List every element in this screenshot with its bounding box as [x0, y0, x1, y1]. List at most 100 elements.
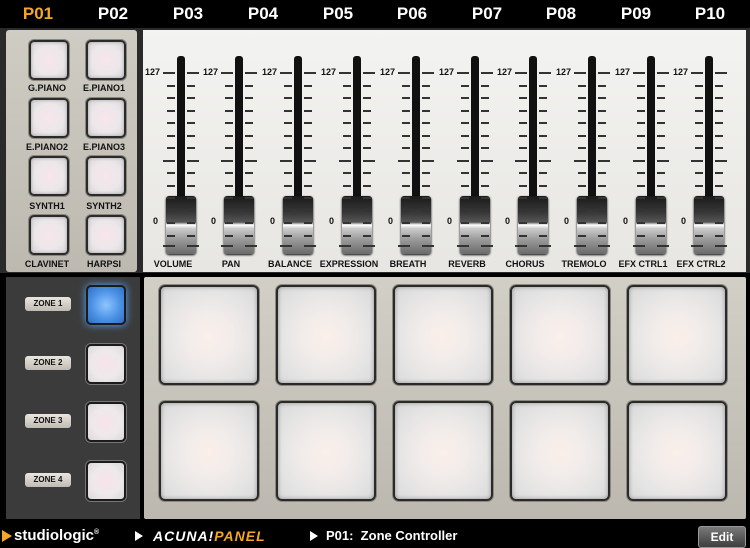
- program-button-e-piano1[interactable]: [86, 40, 126, 80]
- program-button-clavinet[interactable]: [29, 215, 69, 255]
- fader-scale-tick: [633, 72, 645, 74]
- fader-scale-tick: [187, 122, 195, 124]
- fader-scale-tick: [519, 110, 527, 112]
- zone-2-button[interactable]: [86, 344, 126, 384]
- fader-scale-tick: [519, 122, 527, 124]
- fader-scale-tick: [598, 245, 610, 247]
- fader-scale-tick: [221, 245, 233, 247]
- fader-scale-tick: [221, 160, 233, 162]
- tab-p02[interactable]: P02: [83, 0, 143, 28]
- zone-3-button[interactable]: [86, 402, 126, 442]
- fader-scale-tick: [481, 122, 489, 124]
- tab-p09[interactable]: P09: [606, 0, 666, 28]
- fader-scale-tick: [539, 222, 547, 224]
- fader-scale-tick: [363, 147, 371, 149]
- fader-scale-tick: [398, 245, 410, 247]
- fader-scale-tick: [187, 172, 195, 174]
- fader-scale-tick: [284, 135, 292, 137]
- breadcrumb: P01: Zone Controller: [326, 528, 458, 543]
- pad-2[interactable]: [276, 285, 376, 385]
- fader-scale-tick: [481, 97, 489, 99]
- fader-scale-tick: [578, 235, 586, 237]
- tab-p03[interactable]: P03: [158, 0, 218, 28]
- fader-scale-tick: [539, 122, 547, 124]
- fader-scale-tick: [245, 85, 253, 87]
- program-button-e-piano2[interactable]: [29, 98, 69, 138]
- fader-scale-tick: [539, 135, 547, 137]
- tab-p04[interactable]: P04: [233, 0, 293, 28]
- fader-scale-tick: [481, 160, 493, 162]
- fader-scale-tick: [539, 185, 547, 187]
- fader-scale-tick: [363, 185, 371, 187]
- pad-1[interactable]: [159, 285, 259, 385]
- program-button-synth1[interactable]: [29, 156, 69, 196]
- edit-button[interactable]: Edit: [698, 526, 746, 548]
- fader-scale-tick: [167, 110, 175, 112]
- program-button-synth2[interactable]: [86, 156, 126, 196]
- fader-scale-tick: [578, 147, 586, 149]
- fader-scale-tick: [461, 147, 469, 149]
- pad-8[interactable]: [393, 401, 493, 501]
- fader-scale-tick: [519, 210, 527, 212]
- fader-scale-tick: [715, 245, 727, 247]
- program-button-e-piano3[interactable]: [86, 98, 126, 138]
- pad-9[interactable]: [510, 401, 610, 501]
- fader-scale-tick: [598, 222, 606, 224]
- fader-scale-tick: [657, 147, 665, 149]
- fader-scale-tick: [715, 172, 723, 174]
- pad-5[interactable]: [627, 285, 727, 385]
- fader-max-label: 127: [439, 67, 455, 77]
- fader-scale-tick: [187, 147, 195, 149]
- pad-3[interactable]: [393, 285, 493, 385]
- fader-scale-tick: [598, 235, 606, 237]
- fader-scale-tick: [284, 172, 292, 174]
- tab-p07[interactable]: P07: [457, 0, 517, 28]
- fader-scale-tick: [402, 197, 410, 199]
- fader-scale-tick: [598, 122, 606, 124]
- fader-scale-tick: [515, 245, 527, 247]
- fader-scale-tick: [461, 85, 469, 87]
- fader-label: EFX CTRL2: [676, 259, 726, 269]
- fader-scale-tick: [402, 97, 410, 99]
- program-button-g-piano[interactable]: [29, 40, 69, 80]
- fader-scale-tick: [225, 235, 233, 237]
- tab-p05[interactable]: P05: [308, 0, 368, 28]
- fader-scale-tick: [245, 135, 253, 137]
- tab-p01[interactable]: P01: [8, 0, 68, 28]
- program-button-harpsi[interactable]: [86, 215, 126, 255]
- fader-scale-tick: [402, 147, 410, 149]
- fader-min-label: 0: [329, 216, 335, 226]
- fader-scale-tick: [481, 147, 489, 149]
- zone-4-button[interactable]: [86, 461, 126, 501]
- pad-4[interactable]: [510, 285, 610, 385]
- fader-scale-tick: [187, 160, 199, 162]
- fader-scale-tick: [245, 210, 253, 212]
- pad-7[interactable]: [276, 401, 376, 501]
- breadcrumb-arrow-icon: [135, 531, 143, 541]
- zone-1-button[interactable]: [86, 285, 126, 325]
- fader-scale-tick: [225, 147, 233, 149]
- fader-scale-tick: [187, 245, 199, 247]
- fader-scale-tick: [695, 210, 703, 212]
- fader-scale-tick: [578, 185, 586, 187]
- pad-10[interactable]: [627, 401, 727, 501]
- fader-scale-tick: [637, 235, 645, 237]
- tab-p08[interactable]: P08: [531, 0, 591, 28]
- fader-scale-tick: [284, 85, 292, 87]
- fader-scale-tick: [539, 110, 547, 112]
- tab-p10[interactable]: P10: [680, 0, 740, 28]
- fader-scale-tick: [598, 160, 610, 162]
- tab-p06[interactable]: P06: [382, 0, 442, 28]
- fader-scale-tick: [657, 245, 669, 247]
- fader-min-label: 0: [211, 216, 217, 226]
- fader-scale-tick: [363, 210, 371, 212]
- fader-scale-tick: [245, 245, 257, 247]
- fader-scale-tick: [284, 110, 292, 112]
- fader-tremolo: 127 0 TREMOLO: [554, 30, 612, 272]
- fader-scale-tick: [245, 185, 253, 187]
- fader-scale-tick: [695, 197, 703, 199]
- fader-scale-tick: [519, 147, 527, 149]
- fader-scale-tick: [422, 172, 430, 174]
- fader-scale-tick: [657, 85, 665, 87]
- pad-6[interactable]: [159, 401, 259, 501]
